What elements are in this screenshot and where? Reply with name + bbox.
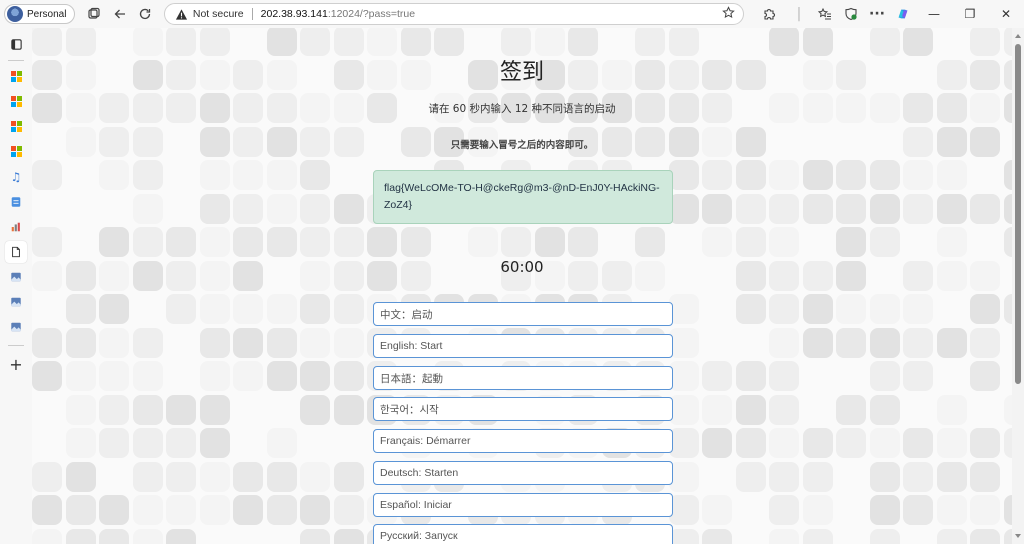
favorite-star-icon[interactable] bbox=[722, 6, 735, 22]
new-tab-plus-icon[interactable]: + bbox=[5, 354, 27, 376]
security-label: Not secure bbox=[192, 8, 244, 20]
tab-favicon-icon[interactable] bbox=[5, 141, 27, 163]
restore-icon[interactable]: ❐ bbox=[952, 2, 988, 26]
flag-alert: flag{WeLcOMe-TO-H@ckeRg@m3-@nD-EnJ0Y-HAc… bbox=[373, 170, 673, 224]
sidebar-divider bbox=[8, 345, 24, 346]
address-divider bbox=[251, 8, 253, 20]
scroll-up-arrow-icon[interactable] bbox=[1015, 34, 1021, 38]
vertical-tab-sidebar: ♫ + bbox=[0, 28, 32, 544]
lang-input-chinese[interactable] bbox=[373, 302, 673, 326]
favorites-list-icon[interactable] bbox=[812, 2, 838, 26]
address-bar[interactable]: Not secure 202.38.93.141 :12024/?pass=tr… bbox=[163, 3, 744, 25]
minimize-icon[interactable]: — bbox=[916, 2, 952, 26]
window-controls: — ❐ ✕ bbox=[916, 2, 1024, 26]
scrollbar-thumb[interactable] bbox=[1015, 44, 1021, 384]
toolbar-divider: | bbox=[796, 6, 802, 22]
tab-favicon-icon[interactable] bbox=[5, 66, 27, 88]
avatar bbox=[7, 6, 23, 22]
profile-label: Personal bbox=[27, 8, 67, 20]
page-scrollbar[interactable] bbox=[1012, 28, 1024, 544]
current-tab-page-icon[interactable] bbox=[5, 240, 27, 263]
warning-triangle-icon[interactable] bbox=[175, 7, 189, 21]
lang-input-spanish[interactable] bbox=[373, 493, 673, 517]
tab-actions-icon[interactable] bbox=[5, 34, 27, 56]
url-path: :12024/?pass=true bbox=[327, 8, 416, 20]
lang-input-french[interactable] bbox=[373, 429, 673, 453]
refresh-icon[interactable] bbox=[132, 2, 157, 26]
instruction-text: 请在 60 秒内输入 12 种不同语言的启动 bbox=[428, 103, 616, 115]
url-host: 202.38.93.141 bbox=[260, 8, 328, 20]
extensions-puzzle-icon[interactable] bbox=[756, 2, 782, 26]
workspaces-icon[interactable] bbox=[81, 2, 106, 26]
image-favicon-icon[interactable] bbox=[5, 266, 27, 288]
lang-input-german[interactable] bbox=[373, 461, 673, 485]
browser-toolbar: Personal Not secure 202.38.93.141 :12024… bbox=[0, 0, 1024, 28]
hint-text: 只需要输入冒号之后的内容即可。 bbox=[450, 140, 594, 151]
more-menu-icon[interactable]: ··· bbox=[864, 2, 890, 26]
image-favicon-icon[interactable] bbox=[5, 291, 27, 313]
toolbar-right-icons: | ··· bbox=[750, 2, 916, 26]
page-viewport: 签到 请在 60 秒内输入 12 种不同语言的启动 只需要输入冒号之后的内容即可… bbox=[32, 28, 1012, 544]
back-arrow-icon[interactable] bbox=[107, 2, 132, 26]
page-title: 签到 bbox=[499, 60, 544, 85]
lang-input-english[interactable] bbox=[373, 334, 673, 358]
close-icon[interactable]: ✕ bbox=[988, 2, 1024, 26]
lang-input-japanese[interactable] bbox=[373, 366, 673, 390]
lang-input-russian[interactable] bbox=[373, 524, 673, 544]
copilot-icon[interactable] bbox=[890, 2, 916, 26]
chart-favicon-icon[interactable] bbox=[5, 216, 27, 238]
document-blue-icon[interactable] bbox=[5, 191, 27, 213]
countdown-timer: 60:00 bbox=[500, 258, 544, 276]
sidebar-divider bbox=[8, 60, 24, 61]
profile-button[interactable]: Personal bbox=[4, 4, 76, 24]
checkin-page: 签到 请在 60 秒内输入 12 种不同语言的启动 只需要输入冒号之后的内容即可… bbox=[32, 28, 1012, 544]
lang-input-korean[interactable] bbox=[373, 397, 673, 421]
image-favicon-icon[interactable] bbox=[5, 316, 27, 338]
scroll-down-arrow-icon[interactable] bbox=[1015, 534, 1021, 538]
tab-favicon-icon[interactable] bbox=[5, 116, 27, 138]
music-note-icon[interactable]: ♫ bbox=[5, 166, 27, 188]
browser-essentials-icon[interactable] bbox=[838, 2, 864, 26]
tab-favicon-icon[interactable] bbox=[5, 91, 27, 113]
